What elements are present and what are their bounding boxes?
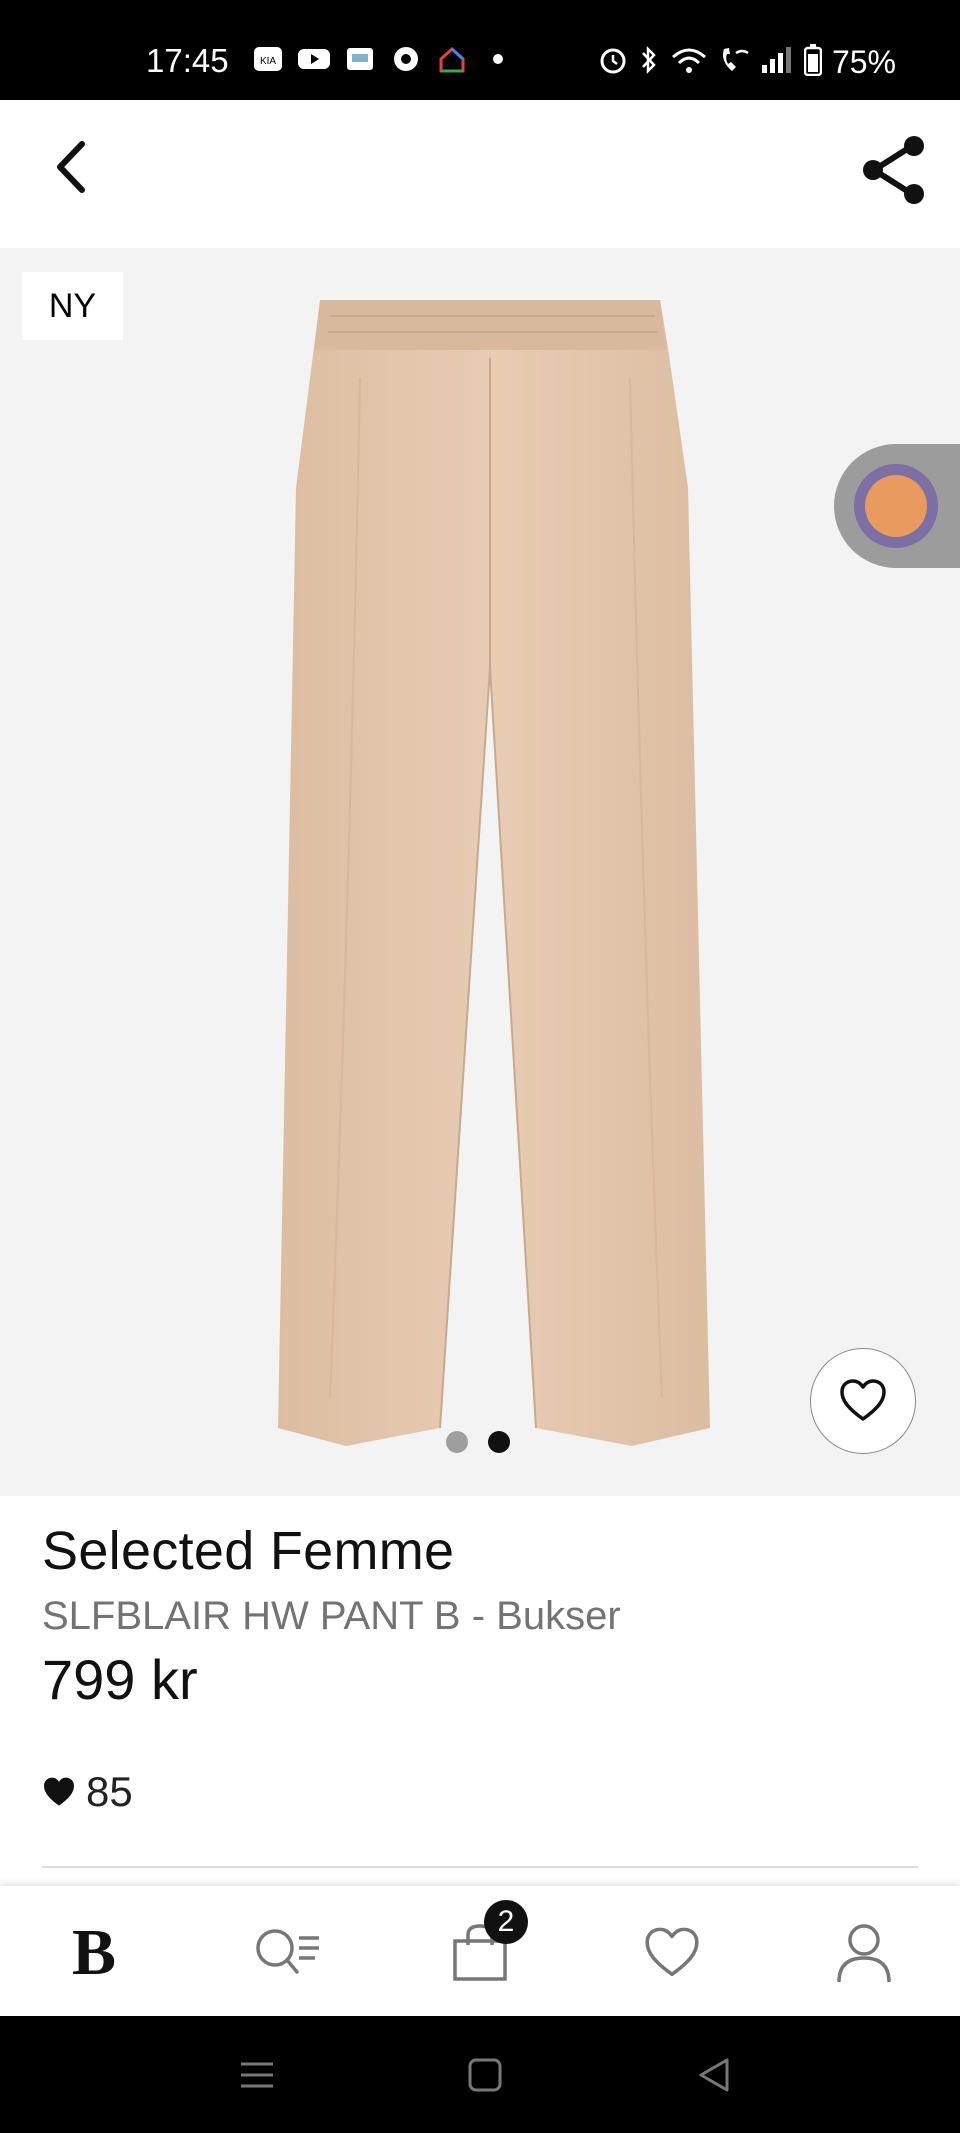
cart-count-badge: 2	[484, 1900, 528, 1944]
search-icon	[256, 1929, 319, 1974]
wifi-icon	[670, 45, 708, 80]
wifi-call-icon	[718, 45, 750, 80]
chevron-left-icon	[57, 141, 85, 193]
heart-outline-icon	[840, 1379, 886, 1421]
product-price: 799 kr	[42, 1648, 198, 1711]
status-time: 17:45	[146, 42, 229, 79]
app-icon	[344, 44, 376, 74]
likes-count-row: 85	[42, 1768, 133, 1816]
battery-percent: 75%	[831, 44, 896, 80]
menu-icon	[241, 2062, 273, 2088]
system-navigation-bar	[0, 2016, 960, 2133]
divider	[42, 1866, 918, 1868]
share-icon	[863, 136, 924, 204]
nav-home[interactable]: B	[46, 1908, 142, 1998]
new-badge: NY	[22, 272, 123, 340]
triangle-back-icon	[699, 2058, 729, 2092]
youtube-icon	[298, 44, 330, 74]
google-home-icon	[436, 44, 468, 74]
product-brand[interactable]: Selected Femme	[42, 1520, 621, 1582]
favorite-button[interactable]	[810, 1348, 916, 1454]
svg-text:KIA: KIA	[260, 56, 276, 67]
back-button[interactable]	[40, 132, 110, 202]
profile-icon	[837, 1924, 891, 1983]
recent-apps-button[interactable]	[232, 2050, 282, 2100]
home-button[interactable]	[460, 2050, 510, 2100]
heart-icon	[645, 1927, 699, 1977]
bluetooth-icon	[638, 45, 660, 80]
notification-icons: KIA	[252, 44, 514, 74]
gallery-pagination	[446, 1431, 510, 1453]
chrome-like-icon	[390, 44, 422, 74]
assistant-icon	[854, 464, 938, 548]
dot-icon	[482, 44, 514, 74]
bottom-navigation: B 2	[0, 1886, 960, 2016]
product-gallery[interactable]: NY	[0, 248, 960, 1496]
product-info: Selected Femme SLFBLAIR HW PANT B - Buks…	[42, 1520, 621, 1712]
nav-profile[interactable]	[816, 1908, 912, 1998]
product-image	[278, 300, 710, 1446]
status-bar: 17:45 KIA 75%	[0, 0, 960, 100]
app-bar	[0, 100, 960, 248]
share-button[interactable]	[856, 132, 932, 208]
product-name: SLFBLAIR HW PANT B - Bukser	[42, 1594, 621, 1638]
nav-search[interactable]	[240, 1908, 336, 1998]
back-system-button[interactable]	[688, 2050, 738, 2100]
nav-favorites[interactable]	[624, 1908, 720, 1998]
signal-icon	[760, 45, 794, 80]
alarm-icon	[598, 45, 628, 80]
nav-cart[interactable]: 2	[432, 1900, 528, 1998]
square-icon	[468, 2058, 502, 2092]
home-logo: B	[71, 1916, 117, 1989]
pagination-dot[interactable]	[446, 1431, 468, 1453]
battery-icon	[803, 44, 823, 81]
system-icons: 75%	[598, 44, 896, 81]
heart-filled-icon	[44, 1777, 74, 1806]
likes-count: 85	[86, 1768, 133, 1815]
pagination-dot-active[interactable]	[488, 1431, 510, 1453]
floating-assistant-button[interactable]	[834, 444, 960, 568]
kia-connect-icon: KIA	[252, 44, 284, 74]
